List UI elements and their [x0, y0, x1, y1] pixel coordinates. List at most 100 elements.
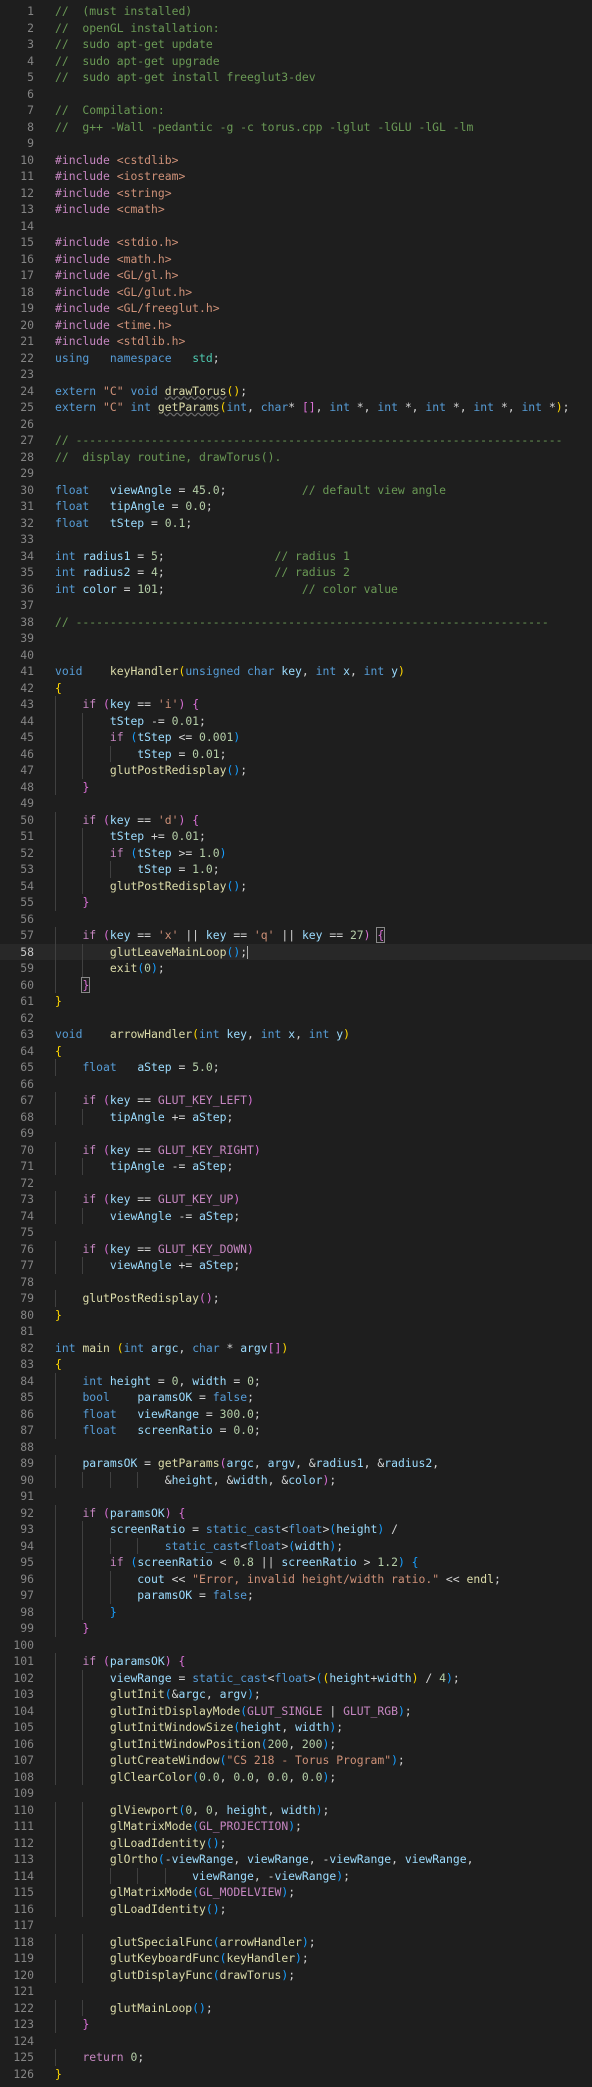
code-line[interactable]: 39	[0, 630, 592, 647]
code-line[interactable]: 10 #include <cstdlib>	[0, 152, 592, 169]
code-line[interactable]: 36 int color = 101; // color value	[0, 581, 592, 598]
code-line[interactable]: 22 using namespace std;	[0, 350, 592, 367]
code-line[interactable]: 41 void keyHandler(unsigned char key, int…	[0, 663, 592, 680]
code-line[interactable]: 29	[0, 465, 592, 482]
code-line[interactable]: 68 tipAngle += aStep;	[0, 1108, 592, 1125]
code-line[interactable]: 32 float tStep = 0.1;	[0, 515, 592, 532]
code-line[interactable]: 18 #include <GL/glut.h>	[0, 284, 592, 301]
code-line[interactable]: 37	[0, 597, 592, 614]
code-line[interactable]: 113 glOrtho(-viewRange, viewRange, -view…	[0, 1851, 592, 1868]
code-line[interactable]: 116 glLoadIdentity();	[0, 1900, 592, 1917]
code-line[interactable]: 84 int height = 0, width = 0;	[0, 1372, 592, 1389]
code-line[interactable]: 50 if (key == 'd') {	[0, 811, 592, 828]
code-line[interactable]: 38 // -----------------------------------…	[0, 614, 592, 631]
code-line[interactable]: 103 glutInit(&argc, argv);	[0, 1686, 592, 1703]
code-line[interactable]: 89 paramsOK = getParams(argc, argv, &rad…	[0, 1455, 592, 1472]
code-line[interactable]: 3 // sudo apt-get update	[0, 36, 592, 53]
code-line[interactable]: 75	[0, 1224, 592, 1241]
code-line[interactable]: 5 // sudo apt-get install freeglut3-dev	[0, 69, 592, 86]
code-line[interactable]: 42 {	[0, 680, 592, 697]
code-line[interactable]: 49	[0, 795, 592, 812]
code-line[interactable]: 101 if (paramsOK) {	[0, 1653, 592, 1670]
code-line[interactable]: 109	[0, 1785, 592, 1802]
code-line[interactable]: 6	[0, 86, 592, 103]
code-line[interactable]: 51 tStep += 0.01;	[0, 828, 592, 845]
code-line[interactable]: 123 }	[0, 2016, 592, 2033]
code-line[interactable]: 19 #include <GL/freeglut.h>	[0, 300, 592, 317]
code-line[interactable]: 105 glutInitWindowSize(height, width);	[0, 1719, 592, 1736]
code-line[interactable]: 76 if (key == GLUT_KEY_DOWN)	[0, 1240, 592, 1257]
code-line[interactable]: 87 float screenRatio = 0.0;	[0, 1422, 592, 1439]
code-line[interactable]: 55 }	[0, 894, 592, 911]
code-line[interactable]: 52 if (tStep >= 1.0)	[0, 844, 592, 861]
code-line[interactable]: 94 static_cast<float>(width);	[0, 1537, 592, 1554]
code-line[interactable]: 67 if (key == GLUT_KEY_LEFT)	[0, 1092, 592, 1109]
code-line[interactable]: 12 #include <string>	[0, 185, 592, 202]
code-line[interactable]: 28 // display routine, drawTorus().	[0, 449, 592, 466]
code-line[interactable]: 35 int radius2 = 4; // radius 2	[0, 564, 592, 581]
code-line[interactable]: 74 viewAngle -= aStep;	[0, 1207, 592, 1224]
code-line[interactable]: 114 viewRange, -viewRange);	[0, 1867, 592, 1884]
code-line[interactable]: 61}	[0, 993, 592, 1010]
code-line[interactable]: 111 glMatrixMode(GL_PROJECTION);	[0, 1818, 592, 1835]
code-line[interactable]: 11 #include <iostream>	[0, 168, 592, 185]
code-line[interactable]: 104 glutInitDisplayMode(GLUT_SINGLE | GL…	[0, 1702, 592, 1719]
code-line[interactable]: 8 // g++ -Wall -pedantic -g -c torus.cpp …	[0, 119, 592, 136]
code-line[interactable]: 66	[0, 1076, 592, 1093]
code-line[interactable]: 1 // (must installed)	[0, 3, 592, 20]
code-editor[interactable]: 1 // (must installed) 2 // openGL installat…	[0, 0, 592, 2087]
code-line[interactable]: 107 glutCreateWindow("CS 218 - Torus Pro…	[0, 1752, 592, 1769]
code-line[interactable]: 72	[0, 1175, 592, 1192]
code-line[interactable]: 14	[0, 218, 592, 235]
code-line[interactable]: 63 void arrowHandler(int key, int x, int …	[0, 1026, 592, 1043]
code-line[interactable]: 58 glutLeaveMainLoop();	[0, 943, 592, 960]
code-line[interactable]: 34 int radius1 = 5; // radius 1	[0, 548, 592, 565]
code-line[interactable]: 21 #include <stdlib.h>	[0, 333, 592, 350]
code-line[interactable]: 120 glutDisplayFunc(drawTorus);	[0, 1966, 592, 1983]
code-line[interactable]: 65 float aStep = 5.0;	[0, 1059, 592, 1076]
code-line[interactable]: 112 glLoadIdentity();	[0, 1834, 592, 1851]
code-line[interactable]: 24 extern "C" void drawTorus();	[0, 383, 592, 400]
code-line[interactable]: 90 &height, &width, &color);	[0, 1471, 592, 1488]
code-line[interactable]: 31 float tipAngle = 0.0;	[0, 498, 592, 515]
code-line[interactable]: 99 }	[0, 1620, 592, 1637]
code-line[interactable]: 102 viewRange = static_cast<float>((heig…	[0, 1669, 592, 1686]
code-line[interactable]: 119 glutKeyboardFunc(keyHandler);	[0, 1950, 592, 1967]
code-line[interactable]: 73 if (key == GLUT_KEY_UP)	[0, 1191, 592, 1208]
code-line[interactable]: 27 // -----------------------------------…	[0, 432, 592, 449]
code-line[interactable]: 54 glutPostRedisplay();	[0, 877, 592, 894]
code-line[interactable]: 106 glutInitWindowPosition(200, 200);	[0, 1735, 592, 1752]
code-line[interactable]: 98 }	[0, 1603, 592, 1620]
code-line[interactable]: 53 tStep = 1.0;	[0, 861, 592, 878]
code-line[interactable]: 79 glutPostRedisplay();	[0, 1290, 592, 1307]
code-line[interactable]: 126}	[0, 2066, 592, 2083]
code-line[interactable]: 93 screenRatio = static_cast<float>(heig…	[0, 1521, 592, 1538]
code-line[interactable]: 45 if (tStep <= 0.001)	[0, 729, 592, 746]
code-line[interactable]: 122 glutMainLoop();	[0, 1999, 592, 2016]
code-line[interactable]: 26	[0, 416, 592, 433]
code-line[interactable]: 108 glClearColor(0.0, 0.0, 0.0, 0.0);	[0, 1768, 592, 1785]
code-line[interactable]: 44 tStep -= 0.01;	[0, 712, 592, 729]
code-line[interactable]: 97 paramsOK = false;	[0, 1587, 592, 1604]
code-line[interactable]: 13 #include <cmath>	[0, 201, 592, 218]
code-line[interactable]: 16 #include <math.h>	[0, 251, 592, 268]
code-line[interactable]: 23	[0, 366, 592, 383]
code-line[interactable]: 95 if (screenRatio < 0.8 || screenRatio …	[0, 1554, 592, 1571]
code-line[interactable]: 82 int main (int argc, char * argv[])	[0, 1340, 592, 1357]
code-line[interactable]: 86 float viewRange = 300.0;	[0, 1405, 592, 1422]
code-line[interactable]: 15 #include <stdio.h>	[0, 234, 592, 251]
code-line[interactable]: 117	[0, 1917, 592, 1934]
code-line[interactable]: 91	[0, 1488, 592, 1505]
code-line[interactable]: 69	[0, 1125, 592, 1142]
code-line[interactable]: 47 glutPostRedisplay();	[0, 762, 592, 779]
code-line[interactable]: 46 tStep = 0.01;	[0, 745, 592, 762]
code-line[interactable]: 88	[0, 1439, 592, 1456]
code-line[interactable]: 33	[0, 531, 592, 548]
code-line[interactable]: 57 if (key == 'x' || key == 'q' || key =…	[0, 927, 592, 944]
code-line[interactable]: 83 {	[0, 1356, 592, 1373]
code-line[interactable]: 64 {	[0, 1043, 592, 1060]
code-line[interactable]: 43 if (key == 'i') {	[0, 696, 592, 713]
code-line[interactable]: 62	[0, 1010, 592, 1027]
code-line[interactable]: 81	[0, 1323, 592, 1340]
code-line[interactable]: 121	[0, 1983, 592, 2000]
